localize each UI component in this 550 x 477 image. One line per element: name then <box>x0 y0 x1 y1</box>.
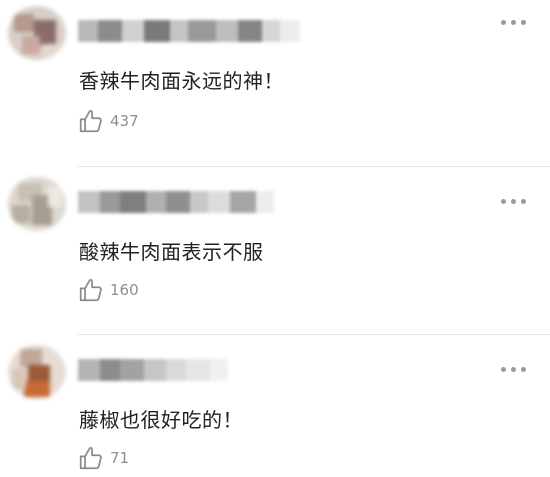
avatar[interactable] <box>8 6 66 60</box>
avatar[interactable] <box>8 177 66 231</box>
thumbs-up-icon <box>79 110 102 133</box>
like-button[interactable]: 437 <box>78 108 139 134</box>
like-count: 160 <box>110 281 139 299</box>
comment-text: 藤椒也很好吃的！ <box>79 408 243 432</box>
comment-text: 酸辣牛肉面表示不服 <box>79 240 264 264</box>
comment-item: 酸辣牛肉面表示不服 160 <box>0 167 550 335</box>
like-count: 437 <box>110 112 139 130</box>
like-button[interactable]: 160 <box>78 277 139 303</box>
username-blurred[interactable] <box>78 14 318 48</box>
comment-item: 香辣牛肉面永远的神！ 437 <box>0 0 550 167</box>
thumbs-up-icon <box>79 447 102 470</box>
avatar[interactable] <box>8 345 66 399</box>
like-count: 71 <box>110 449 130 467</box>
username-blurred[interactable] <box>78 185 318 219</box>
comment-text: 香辣牛肉面永远的神！ <box>79 69 284 93</box>
more-dots-icon[interactable] <box>501 20 526 25</box>
thumbs-up-icon <box>79 279 102 302</box>
username-blurred[interactable] <box>78 353 318 387</box>
comment-item: 藤椒也很好吃的！ 71 <box>0 335 550 477</box>
more-dots-icon[interactable] <box>501 199 526 204</box>
like-button[interactable]: 71 <box>78 445 129 471</box>
more-dots-icon[interactable] <box>501 367 526 372</box>
